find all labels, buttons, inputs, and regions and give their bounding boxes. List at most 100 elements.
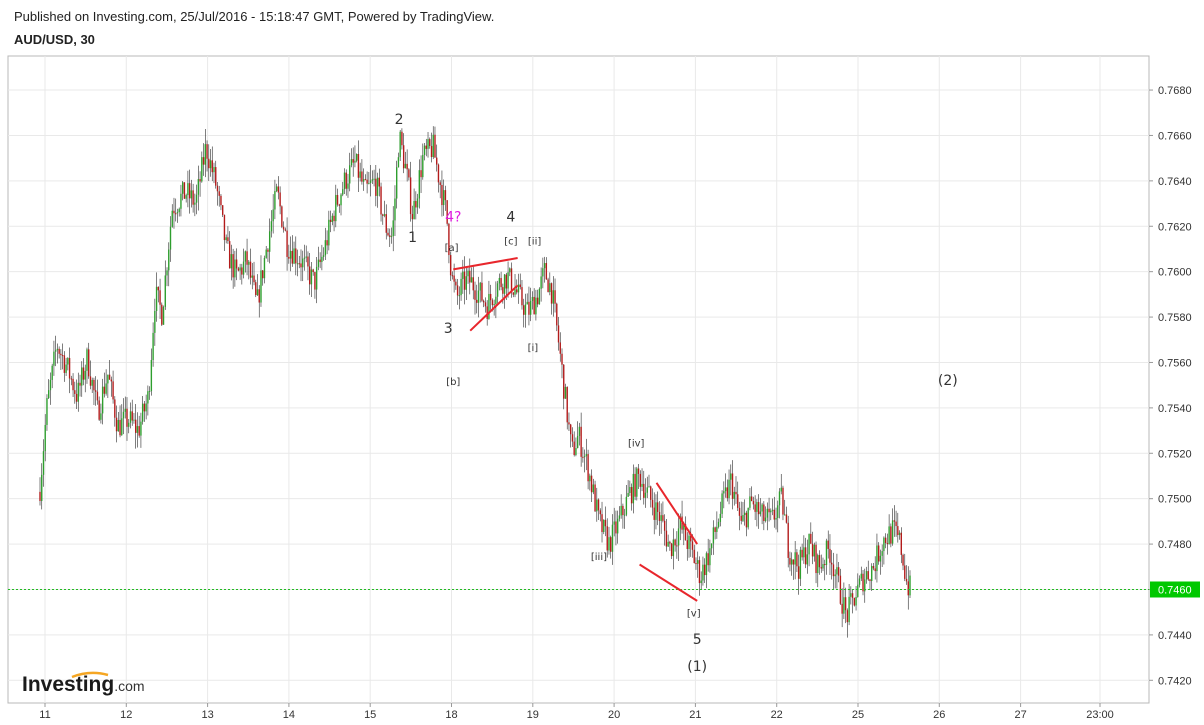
candle-down <box>792 559 795 565</box>
x-tick-label: 22 <box>771 709 783 721</box>
candle-up <box>777 505 779 518</box>
candle-up <box>470 277 473 283</box>
candle-up <box>150 359 153 392</box>
candle-up <box>140 421 142 436</box>
x-tick-label: 13 <box>201 709 213 721</box>
candle-down <box>815 544 817 574</box>
candle-down <box>832 564 835 577</box>
candle-up <box>806 554 809 565</box>
candle-down <box>550 283 553 304</box>
candle-up <box>265 249 267 258</box>
candle-up <box>808 533 810 555</box>
candle-down <box>444 190 447 201</box>
x-tick-label: 12 <box>120 709 132 721</box>
candle-up <box>303 257 306 259</box>
candle-up <box>101 386 104 414</box>
price-chart[interactable]: 214? 4[a][c] [ii]3[b][i][iv][iii][v]5(1)(2… <box>0 0 1204 725</box>
candle-up <box>305 256 307 258</box>
candle-down <box>686 540 688 549</box>
candle-down <box>119 419 121 436</box>
candle-up <box>136 426 139 433</box>
candle-down <box>658 511 661 521</box>
candle-down <box>737 494 739 508</box>
candle-up <box>416 198 419 208</box>
candle-down <box>361 171 363 182</box>
candle-down <box>161 304 163 325</box>
candle-down <box>634 473 636 497</box>
candle-down <box>472 277 474 291</box>
candle-up <box>340 194 342 206</box>
candle-up <box>359 171 361 178</box>
candle-down <box>415 201 417 208</box>
candle-up <box>343 172 346 190</box>
candle-down <box>801 549 803 558</box>
candle-up <box>759 511 762 515</box>
candle-up <box>48 390 50 399</box>
candle-up <box>879 555 882 562</box>
candle-down <box>512 292 514 295</box>
candle-down <box>545 263 548 280</box>
candle-down <box>112 381 114 400</box>
candle-down <box>408 169 410 178</box>
candle-up <box>611 524 614 552</box>
candle-down <box>484 302 487 307</box>
candle-up <box>620 505 622 516</box>
candle-down <box>568 422 570 425</box>
candle-up <box>495 296 497 305</box>
candle-up <box>418 170 421 199</box>
candle-down <box>79 382 81 386</box>
candle-down <box>93 379 95 391</box>
candle-up <box>369 180 372 183</box>
candle-up <box>822 564 824 569</box>
candle-up <box>858 578 861 585</box>
candle-up <box>190 190 193 199</box>
candle-up <box>213 167 215 173</box>
candle-down <box>831 562 833 565</box>
candle-up <box>162 306 165 325</box>
candle-down <box>601 514 603 533</box>
candle-down <box>561 353 563 365</box>
candle-down <box>752 501 755 505</box>
candle-down <box>893 520 896 522</box>
candle-up <box>479 282 481 291</box>
candle-up <box>583 456 586 458</box>
candle-down <box>476 299 478 303</box>
candle-up <box>185 195 187 199</box>
candle-down <box>312 269 314 273</box>
candle-down <box>639 473 641 487</box>
candle-down <box>103 386 106 394</box>
candle-up <box>644 492 647 498</box>
candle-up <box>742 515 744 521</box>
candle-up <box>302 258 304 268</box>
candle-up <box>324 240 327 256</box>
candle-down <box>451 275 454 277</box>
candle-up <box>274 191 276 210</box>
candle-down <box>862 573 864 592</box>
candle-down <box>837 567 840 576</box>
candle-down <box>516 289 518 293</box>
candle-down <box>726 487 728 499</box>
candle-down <box>378 177 380 187</box>
candle-down <box>528 301 530 315</box>
candle-up <box>655 502 657 520</box>
candle-up <box>371 179 374 181</box>
candle-up <box>660 515 662 521</box>
candle-up <box>268 231 271 252</box>
candle-up <box>764 517 767 522</box>
candle-up <box>242 261 245 275</box>
candle-up <box>709 548 711 566</box>
candle-up <box>646 487 648 493</box>
candle-up <box>41 474 43 501</box>
candle-up <box>331 215 334 222</box>
candle-up <box>423 145 426 155</box>
candle-down <box>352 159 354 163</box>
x-tick-label: 20 <box>608 709 620 721</box>
candle-down <box>206 144 208 159</box>
candle-up <box>702 564 704 581</box>
candle-down <box>175 213 177 215</box>
wave-label: 4? <box>445 210 461 226</box>
candle-down <box>533 296 535 315</box>
candle-down <box>237 268 240 271</box>
candle-up <box>65 364 67 373</box>
candle-up <box>239 267 241 271</box>
